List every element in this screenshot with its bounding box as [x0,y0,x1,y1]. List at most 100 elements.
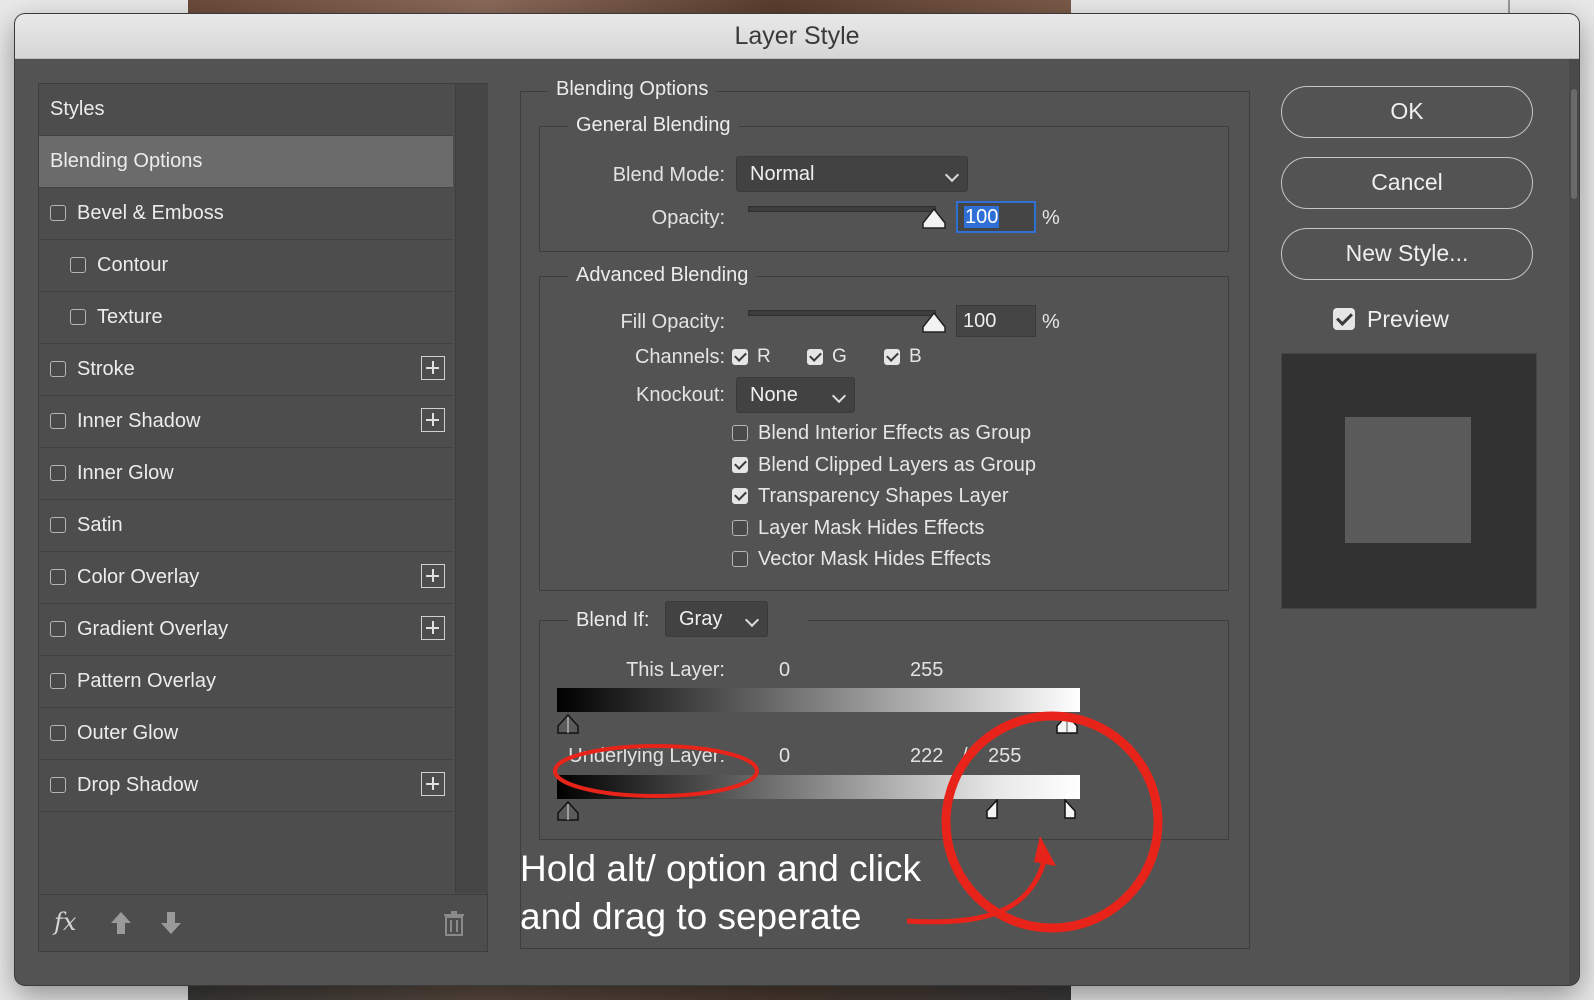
stroke-checkbox[interactable] [50,361,66,377]
style-item-texture[interactable]: Texture [39,292,453,344]
underlying-layer-separator: / [962,745,968,767]
color-overlay-checkbox[interactable] [50,569,66,585]
dialog-title: Layer Style [15,14,1579,59]
ok-button[interactable]: OK [1281,86,1533,138]
layer-mask-hides-checkbox[interactable] [732,520,748,536]
blend-interior-checkbox[interactable] [732,425,748,441]
styles-header[interactable]: Styles [39,84,453,136]
style-item-inner-glow[interactable]: Inner Glow [39,448,453,500]
channel-r[interactable]: R [732,346,771,368]
underlying-layer-white-slider-left-half[interactable] [985,799,999,819]
blend-if-dropdown[interactable]: Gray [665,601,768,637]
texture-checkbox[interactable] [70,309,86,325]
move-down-icon[interactable] [159,910,183,936]
add-color-overlay-button[interactable] [421,564,445,588]
channel-g[interactable]: G [807,346,847,368]
blending-options-title: Blending Options [548,78,717,101]
bevel-emboss-checkbox[interactable] [50,205,66,221]
move-up-icon[interactable] [109,910,133,936]
option-transparency-shapes[interactable]: Transparency Shapes Layer [732,485,1009,508]
add-inner-shadow-button[interactable] [421,408,445,432]
annotation-line-2: and drag to seperate [520,896,862,937]
channel-r-checkbox[interactable] [732,348,748,365]
underlying-layer-white-slider-right-half[interactable] [1063,799,1077,819]
chevron-down-icon [744,612,760,628]
style-item-satin[interactable]: Satin [39,500,453,552]
preview-checkbox[interactable] [1333,308,1355,330]
outer-glow-checkbox[interactable] [50,725,66,741]
underlying-layer-low-value: 0 [779,745,791,767]
this-layer-high-value: 255 [910,659,944,681]
style-item-outer-glow[interactable]: Outer Glow [39,708,453,760]
option-vector-mask-hides[interactable]: Vector Mask Hides Effects [732,548,991,571]
chevron-down-icon [944,167,960,183]
add-stroke-button[interactable] [421,356,445,380]
style-item-gradient-overlay[interactable]: Gradient Overlay [39,604,453,656]
this-layer-white-slider[interactable] [1055,714,1079,734]
channel-g-checkbox[interactable] [807,348,823,365]
underlying-layer-black-slider[interactable] [556,801,580,821]
knockout-dropdown[interactable]: None [736,377,855,413]
opacity-unit: % [1042,207,1060,229]
inner-shadow-checkbox[interactable] [50,413,66,429]
underlying-layer-high-a-value: 222 [910,745,944,767]
fill-opacity-label: Fill Opacity: [620,311,725,333]
drop-shadow-checkbox[interactable] [50,777,66,793]
preview-toggle[interactable]: Preview [1333,306,1449,333]
opacity-label: Opacity: [651,207,725,229]
trash-icon[interactable] [443,910,465,936]
channel-b-checkbox[interactable] [884,348,900,365]
channels-label: Channels: [634,346,725,368]
blend-if-label: Blend If: [576,609,650,631]
add-drop-shadow-button[interactable] [421,772,445,796]
styles-list-scrollbar[interactable] [455,84,488,893]
style-item-contour[interactable]: Contour [39,240,453,292]
blend-if-group [539,620,1229,840]
layer-style-dialog: Layer Style Styles Blending Options Beve… [15,14,1579,985]
transparency-shapes-checkbox[interactable] [732,488,748,504]
fx-icon[interactable]: fx [54,908,76,936]
blend-mode-label: Blend Mode: [612,164,725,186]
vector-mask-hides-checkbox[interactable] [732,551,748,567]
inner-glow-checkbox[interactable] [50,465,66,481]
opacity-slider-track[interactable] [748,206,936,212]
style-item-pattern-overlay[interactable]: Pattern Overlay [39,656,453,708]
opacity-slider-thumb[interactable] [921,208,947,230]
blend-clipped-checkbox[interactable] [732,457,748,473]
style-item-blending-options[interactable]: Blending Options [39,136,453,188]
style-item-drop-shadow[interactable]: Drop Shadow [39,760,453,812]
this-layer-gradient [557,688,1080,712]
underlying-layer-high-b-value: 255 [988,745,1022,767]
contour-checkbox[interactable] [70,257,86,273]
this-layer-label: This Layer: [626,659,725,681]
channel-b[interactable]: B [884,346,922,368]
satin-checkbox[interactable] [50,517,66,533]
pattern-overlay-checkbox[interactable] [50,673,66,689]
chevron-down-icon [831,388,847,404]
fill-opacity-input[interactable]: 100 [956,305,1036,337]
blend-mode-dropdown[interactable]: Normal [736,156,968,192]
option-blend-interior[interactable]: Blend Interior Effects as Group [732,422,1031,445]
style-item-bevel-emboss[interactable]: Bevel & Emboss [39,188,453,240]
this-layer-black-slider[interactable] [556,714,580,734]
dialog-scrollbar[interactable] [1569,59,1579,985]
style-item-inner-shadow[interactable]: Inner Shadow [39,396,453,448]
gradient-overlay-checkbox[interactable] [50,621,66,637]
add-gradient-overlay-button[interactable] [421,616,445,640]
styles-panel-footer: fx [39,894,487,952]
annotation-line-1: Hold alt/ option and click [520,848,922,889]
fill-opacity-slider-track[interactable] [748,310,936,316]
opacity-input[interactable]: 100 [956,201,1036,233]
style-item-color-overlay[interactable]: Color Overlay [39,552,453,604]
style-item-stroke[interactable]: Stroke [39,344,453,396]
background-photo-bottom [188,985,1071,1000]
new-style-button[interactable]: New Style... [1281,228,1533,280]
advanced-blending-title: Advanced Blending [568,264,757,287]
option-layer-mask-hides[interactable]: Layer Mask Hides Effects [732,517,984,540]
styles-panel: Styles Blending Options Bevel & Emboss C… [38,83,488,952]
cancel-button[interactable]: Cancel [1281,157,1533,209]
fill-opacity-slider-thumb[interactable] [921,312,947,334]
option-blend-clipped[interactable]: Blend Clipped Layers as Group [732,454,1036,477]
underlying-layer-label: Underlying Layer: [568,745,725,767]
underlying-layer-gradient [557,775,1080,799]
